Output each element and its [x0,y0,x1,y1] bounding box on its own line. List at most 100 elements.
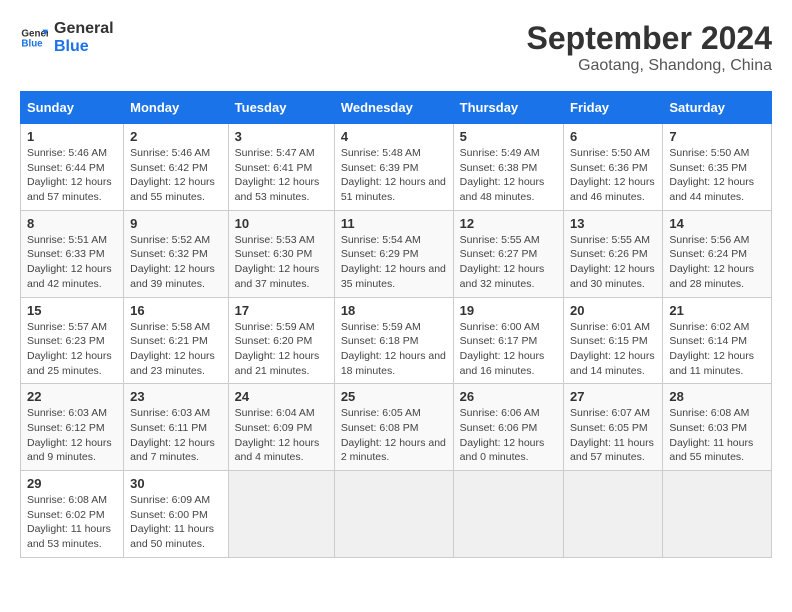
calendar-cell: 12Sunrise: 5:55 AM Sunset: 6:27 PM Dayli… [453,210,563,297]
day-info: Sunrise: 6:08 AM Sunset: 6:03 PM Dayligh… [669,406,765,465]
day-number: 29 [27,476,117,491]
calendar-cell: 6 Sunrise: 5:50 AM Sunset: 6:36 PM Daylig… [564,124,663,211]
day-info: Sunrise: 6:03 AM Sunset: 6:12 PM Dayligh… [27,406,117,465]
day-info: Sunrise: 5:53 AM Sunset: 6:30 PM Dayligh… [235,233,328,292]
day-number: 15 [27,303,117,318]
calendar-cell: 27 Sunrise: 6:07 AM Sunset: 6:05 PM Dayli… [564,384,663,471]
day-number: 2 [130,129,222,144]
day-info: Sunrise: 5:54 AM Sunset: 6:29 PM Dayligh… [341,233,447,292]
day-number: 30 [130,476,222,491]
calendar-cell: 3Sunrise: 5:47 AM Sunset: 6:41 PM Daylig… [228,124,334,211]
day-number: 27 [570,389,656,404]
day-number: 22 [27,389,117,404]
calendar-cell: 11 Sunrise: 5:54 AM Sunset: 6:29 PM Dayli… [334,210,453,297]
day-number: 12 [460,216,557,231]
day-info: Sunrise: 6:04 AM Sunset: 6:09 PM Dayligh… [235,406,328,465]
day-number: 20 [570,303,656,318]
day-info: Sunrise: 5:59 AM Sunset: 6:20 PM Dayligh… [235,320,328,379]
day-info: Sunrise: 6:05 AM Sunset: 6:08 PM Dayligh… [341,406,447,465]
day-number: 23 [130,389,222,404]
day-number: 11 [341,216,447,231]
day-info: Sunrise: 6:03 AM Sunset: 6:11 PM Dayligh… [130,406,222,465]
logo-general: General [54,20,114,38]
day-number: 18 [341,303,447,318]
day-info: Sunrise: 6:01 AM Sunset: 6:15 PM Dayligh… [570,320,656,379]
calendar-cell: 23 Sunrise: 6:03 AM Sunset: 6:11 PM Dayli… [124,384,229,471]
calendar-cell: 14 Sunrise: 5:56 AM Sunset: 6:24 PM Dayli… [663,210,772,297]
calendar-cell: 9 Sunrise: 5:52 AM Sunset: 6:32 PM Daylig… [124,210,229,297]
calendar-cell: 2 Sunrise: 5:46 AM Sunset: 6:42 PM Daylig… [124,124,229,211]
calendar-header-row: SundayMondayTuesdayWednesdayThursdayFrid… [21,92,772,124]
day-number: 10 [235,216,328,231]
day-number: 5 [460,129,557,144]
col-header-friday: Friday [564,92,663,124]
day-number: 6 [570,129,656,144]
col-header-thursday: Thursday [453,92,563,124]
col-header-sunday: Sunday [21,92,124,124]
col-header-wednesday: Wednesday [334,92,453,124]
calendar-cell: 7Sunrise: 5:50 AM Sunset: 6:35 PM Daylig… [663,124,772,211]
calendar-week-2: 8 Sunrise: 5:51 AM Sunset: 6:33 PM Daylig… [21,210,772,297]
day-number: 9 [130,216,222,231]
calendar-week-4: 22 Sunrise: 6:03 AM Sunset: 6:12 PM Dayli… [21,384,772,471]
day-number: 16 [130,303,222,318]
day-info: Sunrise: 6:09 AM Sunset: 6:00 PM Dayligh… [130,493,222,552]
col-header-monday: Monday [124,92,229,124]
calendar-cell [453,471,563,558]
day-info: Sunrise: 5:48 AM Sunset: 6:39 PM Dayligh… [341,146,447,205]
day-info: Sunrise: 5:57 AM Sunset: 6:23 PM Dayligh… [27,320,117,379]
calendar-cell: 5Sunrise: 5:49 AM Sunset: 6:38 PM Daylig… [453,124,563,211]
calendar-cell: 20 Sunrise: 6:01 AM Sunset: 6:15 PM Dayli… [564,297,663,384]
calendar-cell: 24 Sunrise: 6:04 AM Sunset: 6:09 PM Dayli… [228,384,334,471]
svg-text:Blue: Blue [21,38,43,49]
day-info: Sunrise: 6:08 AM Sunset: 6:02 PM Dayligh… [27,493,117,552]
logo-icon: General Blue [20,24,48,52]
day-number: 17 [235,303,328,318]
calendar-cell: 30 Sunrise: 6:09 AM Sunset: 6:00 PM Dayli… [124,471,229,558]
calendar-week-3: 15 Sunrise: 5:57 AM Sunset: 6:23 PM Dayli… [21,297,772,384]
calendar-cell: 22 Sunrise: 6:03 AM Sunset: 6:12 PM Dayli… [21,384,124,471]
day-info: Sunrise: 5:51 AM Sunset: 6:33 PM Dayligh… [27,233,117,292]
day-info: Sunrise: 6:06 AM Sunset: 6:06 PM Dayligh… [460,406,557,465]
calendar-week-1: 1 Sunrise: 5:46 AM Sunset: 6:44 PM Daylig… [21,124,772,211]
day-number: 1 [27,129,117,144]
calendar-cell: 4 Sunrise: 5:48 AM Sunset: 6:39 PM Daylig… [334,124,453,211]
day-number: 3 [235,129,328,144]
day-number: 14 [669,216,765,231]
day-info: Sunrise: 5:50 AM Sunset: 6:36 PM Dayligh… [570,146,656,205]
day-number: 13 [570,216,656,231]
calendar-cell [564,471,663,558]
day-info: Sunrise: 6:00 AM Sunset: 6:17 PM Dayligh… [460,320,557,379]
day-info: Sunrise: 5:59 AM Sunset: 6:18 PM Dayligh… [341,320,447,379]
day-info: Sunrise: 5:46 AM Sunset: 6:44 PM Dayligh… [27,146,117,205]
logo-blue: Blue [54,38,114,56]
day-number: 26 [460,389,557,404]
calendar-week-5: 29 Sunrise: 6:08 AM Sunset: 6:02 PM Dayli… [21,471,772,558]
day-info: Sunrise: 6:02 AM Sunset: 6:14 PM Dayligh… [669,320,765,379]
title-area: September 2024 Gaotang, Shandong, China [527,20,772,75]
day-info: Sunrise: 5:56 AM Sunset: 6:24 PM Dayligh… [669,233,765,292]
calendar-cell: 18 Sunrise: 5:59 AM Sunset: 6:18 PM Dayli… [334,297,453,384]
day-number: 21 [669,303,765,318]
day-number: 8 [27,216,117,231]
calendar-cell: 19Sunrise: 6:00 AM Sunset: 6:17 PM Dayli… [453,297,563,384]
page-header: General Blue General Blue September 2024… [20,20,772,75]
calendar-cell: 8 Sunrise: 5:51 AM Sunset: 6:33 PM Daylig… [21,210,124,297]
month-title: September 2024 [527,20,772,57]
col-header-tuesday: Tuesday [228,92,334,124]
day-number: 7 [669,129,765,144]
calendar-cell: 29 Sunrise: 6:08 AM Sunset: 6:02 PM Dayli… [21,471,124,558]
calendar-cell: 21 Sunrise: 6:02 AM Sunset: 6:14 PM Dayli… [663,297,772,384]
calendar-cell [334,471,453,558]
day-info: Sunrise: 5:52 AM Sunset: 6:32 PM Dayligh… [130,233,222,292]
calendar-cell: 25Sunrise: 6:05 AM Sunset: 6:08 PM Dayli… [334,384,453,471]
calendar-cell: 15 Sunrise: 5:57 AM Sunset: 6:23 PM Dayli… [21,297,124,384]
calendar-cell: 16Sunrise: 5:58 AM Sunset: 6:21 PM Dayli… [124,297,229,384]
calendar-table: SundayMondayTuesdayWednesdayThursdayFrid… [20,91,772,558]
day-info: Sunrise: 5:46 AM Sunset: 6:42 PM Dayligh… [130,146,222,205]
calendar-cell: 10 Sunrise: 5:53 AM Sunset: 6:30 PM Dayli… [228,210,334,297]
day-number: 24 [235,389,328,404]
day-info: Sunrise: 6:07 AM Sunset: 6:05 PM Dayligh… [570,406,656,465]
calendar-cell [228,471,334,558]
day-number: 4 [341,129,447,144]
